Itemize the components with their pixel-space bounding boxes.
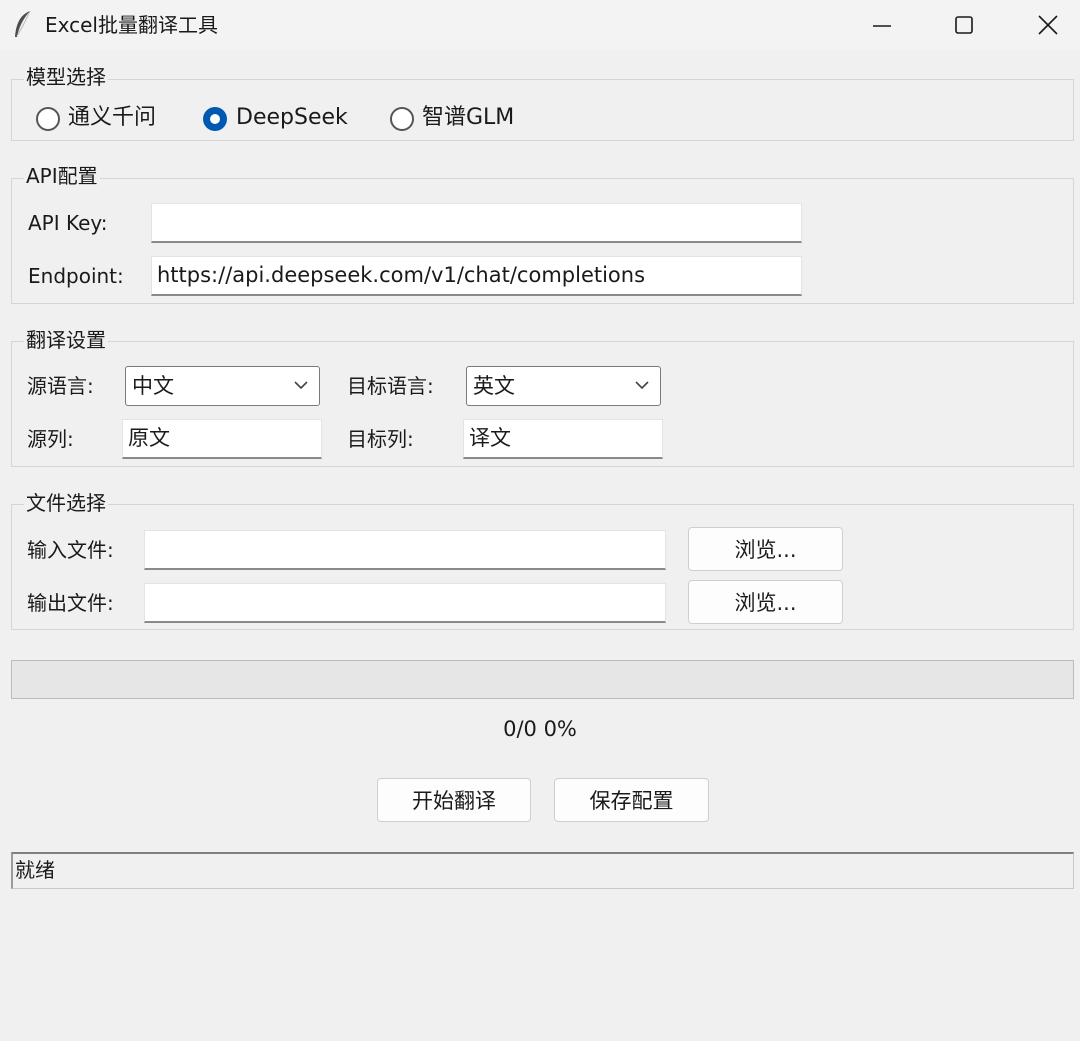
browse-output-button[interactable]: 浏览...	[688, 580, 843, 624]
browse-input-button[interactable]: 浏览...	[688, 527, 843, 571]
source-col-label: 源列:	[27, 427, 74, 451]
model-select-group	[11, 79, 1074, 141]
endpoint-label: Endpoint:	[28, 264, 124, 288]
translate-group-label: 翻译设置	[24, 327, 108, 353]
api-group-label: API配置	[24, 163, 100, 189]
status-bar: 就绪	[11, 852, 1074, 889]
file-group-label: 文件选择	[24, 490, 108, 516]
radio-glm-label[interactable]: 智谱GLM	[422, 104, 514, 132]
radio-tongyi-label[interactable]: 通义千问	[68, 104, 156, 132]
start-translate-button[interactable]: 开始翻译	[377, 778, 531, 822]
radio-glm[interactable]	[390, 107, 414, 131]
maximize-button[interactable]	[922, 0, 1006, 50]
chevron-down-icon	[635, 381, 649, 390]
save-config-button[interactable]: 保存配置	[554, 778, 709, 822]
output-file-field[interactable]	[144, 583, 666, 623]
close-button[interactable]	[1006, 0, 1080, 50]
model-group-label: 模型选择	[24, 64, 108, 90]
progress-bar	[11, 660, 1074, 699]
window-title: Excel批量翻译工具	[45, 13, 218, 37]
close-icon	[1038, 15, 1058, 35]
maximize-icon	[955, 16, 973, 34]
source-lang-combo[interactable]: 中文	[125, 366, 320, 406]
radio-deepseek[interactable]	[203, 107, 227, 131]
progress-text: 0/0 0%	[503, 717, 577, 741]
chevron-down-icon	[294, 381, 308, 390]
output-file-label: 输出文件:	[27, 591, 114, 615]
source-lang-value: 中文	[132, 374, 174, 398]
minimize-button[interactable]	[840, 0, 924, 50]
target-col-input[interactable]: 译文	[463, 419, 663, 459]
endpoint-input[interactable]: https://api.deepseek.com/v1/chat/complet…	[151, 256, 802, 296]
api-key-label: API Key:	[28, 211, 108, 235]
target-col-label: 目标列:	[347, 427, 414, 451]
target-lang-combo[interactable]: 英文	[466, 366, 661, 406]
radio-deepseek-label[interactable]: DeepSeek	[236, 104, 348, 132]
target-lang-label: 目标语言:	[347, 374, 434, 398]
source-lang-label: 源语言:	[27, 374, 94, 398]
source-col-input[interactable]: 原文	[122, 419, 322, 459]
target-lang-value: 英文	[473, 374, 515, 398]
feather-icon	[12, 10, 34, 40]
api-key-input[interactable]	[151, 203, 802, 243]
input-file-field[interactable]	[144, 530, 666, 570]
minimize-icon	[873, 25, 891, 27]
input-file-label: 输入文件:	[27, 538, 114, 562]
radio-tongyi[interactable]	[36, 107, 60, 131]
